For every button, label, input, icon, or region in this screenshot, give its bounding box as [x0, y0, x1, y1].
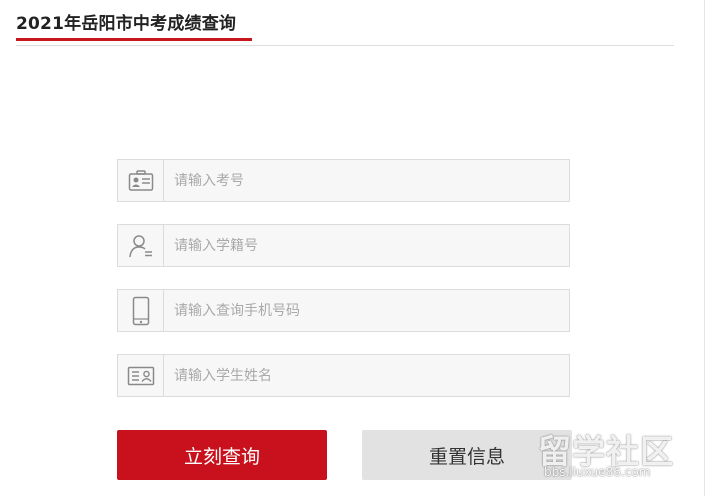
- page-title: 2021年岳阳市中考成绩查询: [16, 14, 237, 34]
- id-card-icon: [118, 160, 164, 201]
- score-query-page: 2021年岳阳市中考成绩查询 请输入考号 请输入学籍号 请输入查询手机号码 请输…: [0, 0, 705, 496]
- header-divider: [16, 45, 674, 46]
- user-icon: [118, 225, 164, 266]
- student-id-input[interactable]: [164, 225, 574, 266]
- phone-input[interactable]: [164, 290, 574, 331]
- student-name-input[interactable]: [164, 355, 574, 396]
- exam-number-field: [117, 159, 574, 202]
- student-name-field: [117, 354, 574, 397]
- title-underline: [16, 38, 252, 41]
- exam-number-input[interactable]: [164, 160, 574, 201]
- student-id-field: [117, 224, 574, 267]
- phone-field: [117, 289, 574, 332]
- mobile-phone-icon: [118, 290, 164, 331]
- submit-query-button[interactable]: 立刻查询: [117, 430, 327, 480]
- reset-button[interactable]: 重置信息: [362, 430, 572, 480]
- name-card-icon: [118, 355, 164, 396]
